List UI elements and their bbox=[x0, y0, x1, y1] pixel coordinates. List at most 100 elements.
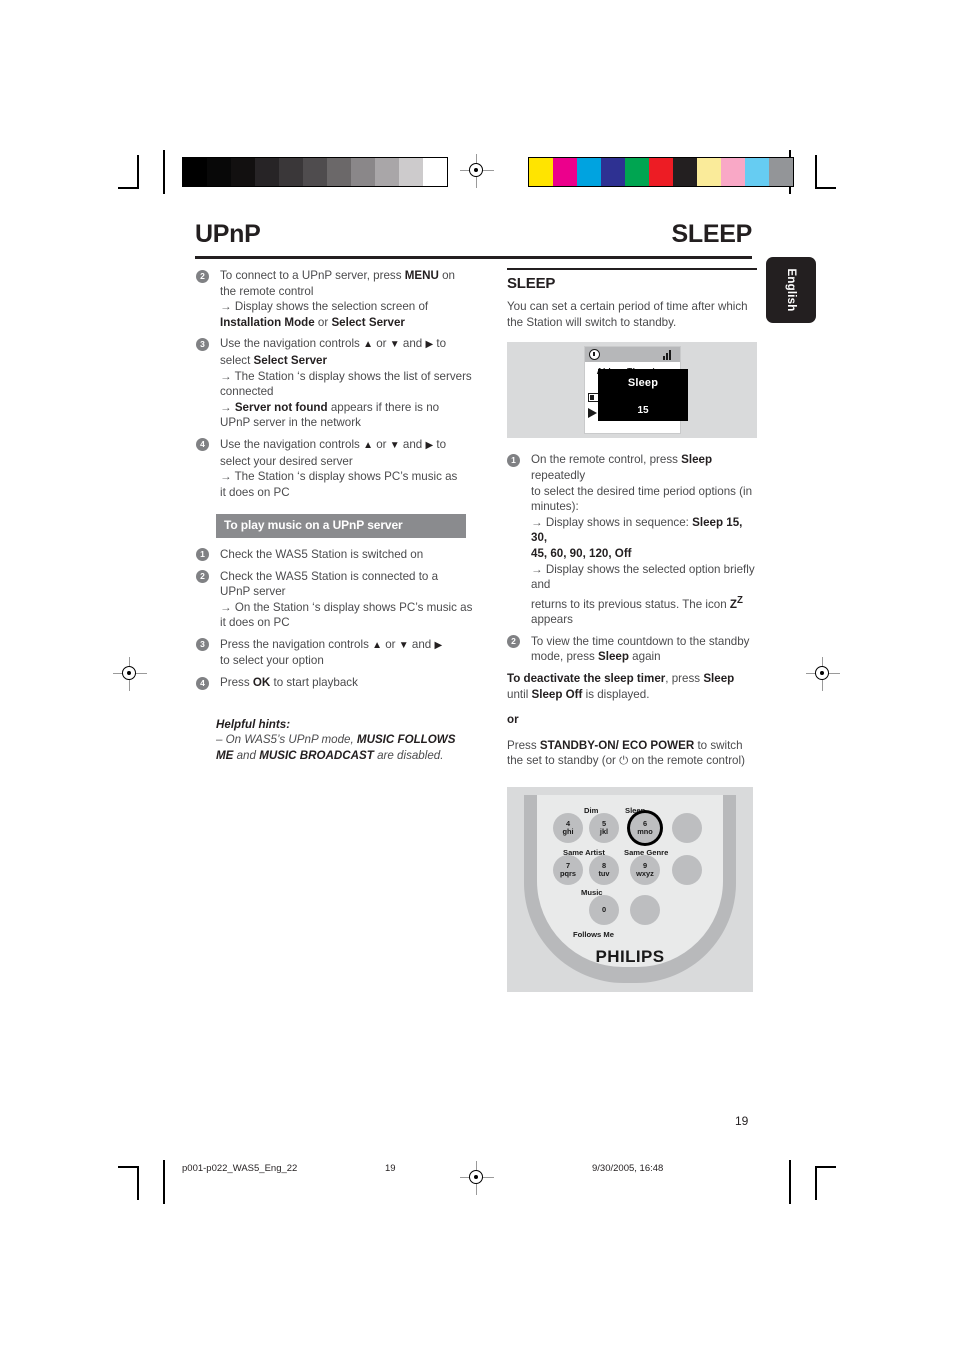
lcd-overlay-title: Sleep bbox=[627, 377, 659, 390]
remote-key-follows-me[interactable] bbox=[630, 894, 660, 925]
print-bar-swatch bbox=[279, 158, 303, 186]
print-bar-swatch bbox=[721, 158, 745, 186]
crop-mark-bottom-left-v bbox=[137, 1166, 139, 1200]
upnp-step-text: Use the navigation controls ▲ or ▼ and ▶… bbox=[220, 437, 458, 499]
print-bar-swatch bbox=[649, 158, 673, 186]
remote-key-8-letters: tuv bbox=[598, 868, 610, 878]
crop-mark-bottom-right-v bbox=[815, 1166, 817, 1200]
play-step-text: Check the WAS5 Station is switched on bbox=[220, 547, 424, 561]
print-bar-swatch bbox=[375, 158, 399, 186]
play-step-number: 2 bbox=[196, 570, 209, 583]
print-bar-swatch bbox=[697, 158, 721, 186]
print-bar-swatch bbox=[399, 158, 423, 186]
sleep-step-number: 2 bbox=[507, 635, 520, 649]
print-bar-swatch bbox=[423, 158, 447, 186]
sleep-step-text: On the remote control, press Sleep repea… bbox=[531, 453, 755, 627]
play-step-item: 3 Press the navigation controls ▲ or ▼ an… bbox=[196, 637, 476, 669]
sleep-step-number: 1 bbox=[507, 453, 520, 467]
page-header: UPnP SLEEP bbox=[195, 222, 752, 247]
remote-key-7[interactable]: 7 pqrs bbox=[553, 854, 583, 885]
upnp-step-text: To connect to a UPnP server, press MENU … bbox=[220, 269, 456, 329]
page-number: 19 bbox=[735, 1114, 749, 1128]
remote-keypad-panel: Dim Sleep Same Artist Same Genre Music F… bbox=[537, 794, 723, 967]
play-step-text: Press OK to start playback bbox=[220, 676, 358, 690]
upnp-steps-list: 2 To connect to a UPnP server, press MENU… bbox=[196, 268, 476, 500]
remote-key-0[interactable]: 0 bbox=[589, 894, 619, 925]
sleep-steps-list: 1 On the remote control, press Sleep repe… bbox=[507, 452, 757, 665]
clock-icon bbox=[589, 349, 600, 361]
remote-key-4-letters: ghi bbox=[562, 826, 574, 836]
grayscale-bar-strip bbox=[182, 157, 448, 187]
remote-key-6-sleep[interactable]: 6 mno bbox=[630, 812, 660, 843]
print-bar-swatch bbox=[769, 158, 793, 186]
crop-mark-bottom-right-bar bbox=[789, 1160, 791, 1204]
crop-mark-top-left-h bbox=[118, 187, 139, 189]
section-band-play-music: To play music on a UPnP server bbox=[216, 514, 466, 538]
print-bar-swatch bbox=[577, 158, 601, 186]
print-bar-swatch bbox=[553, 158, 577, 186]
lcd-status-bar bbox=[585, 347, 680, 364]
sleep-step-text: To view the time countdown to the standb… bbox=[531, 634, 750, 664]
crop-mark-bottom-left-bar bbox=[163, 1160, 165, 1204]
remote-key-4[interactable]: 4 ghi bbox=[553, 812, 583, 843]
print-bar-swatch bbox=[673, 158, 697, 186]
registration-target-left bbox=[113, 657, 147, 691]
crop-mark-bottom-right-h bbox=[815, 1166, 836, 1168]
upnp-step-item: 3 Use the navigation controls ▲ or ▼ and … bbox=[196, 336, 476, 431]
registration-target-top bbox=[460, 154, 494, 188]
helpful-hints: Helpful hints: – On WAS5’s UPnP mode, MU… bbox=[216, 717, 476, 764]
crop-mark-top-left-v bbox=[137, 155, 139, 189]
remote-key-5-letters: jkl bbox=[599, 826, 609, 836]
remote-key-9-letters: wxyz bbox=[636, 868, 654, 878]
sleep-note: Press STANDBY-ON/ ECO POWER to switch th… bbox=[507, 738, 745, 768]
philips-logo: PHILIPS bbox=[595, 947, 665, 967]
play-step-text: Check the WAS5 Station is connected to a… bbox=[220, 569, 473, 630]
registration-target-right bbox=[806, 657, 840, 691]
helpful-hints-title: Helpful hints: bbox=[216, 717, 291, 731]
print-bar-swatch bbox=[255, 158, 279, 186]
left-column: 2 To connect to a UPnP server, press MENU… bbox=[196, 268, 476, 763]
play-step-number: 1 bbox=[196, 548, 209, 562]
page-title-left: UPnP bbox=[195, 220, 261, 248]
sleep-lead-text: You can set a certain period of time aft… bbox=[507, 300, 748, 329]
lcd-display-figure: Abba - The win... Sleep 15 bbox=[507, 342, 757, 439]
play-step-item: 2 Check the WAS5 Station is connected to … bbox=[196, 569, 476, 631]
footer-file-name: p001-p022_WAS5_Eng_22 bbox=[182, 1163, 298, 1174]
right-column: SLEEP You can set a certain period of ti… bbox=[507, 268, 757, 992]
upnp-step-item: 4 Use the navigation controls ▲ or ▼ and … bbox=[196, 437, 476, 500]
language-tab-label: English bbox=[785, 268, 797, 312]
remote-key-8[interactable]: 8 tuv bbox=[589, 854, 619, 885]
print-bar-swatch bbox=[745, 158, 769, 186]
registration-target-bottom bbox=[460, 1161, 494, 1195]
helpful-hints-body: – On WAS5’s UPnP mode, MUSIC FOLLOWS ME … bbox=[216, 733, 456, 762]
sleep-section-title: SLEEP bbox=[507, 274, 556, 292]
upnp-step-number: 4 bbox=[196, 438, 209, 452]
sleep-notes: To deactivate the sleep timer, press Sle… bbox=[507, 671, 757, 769]
crop-mark-top-right-v bbox=[815, 155, 817, 189]
play-step-text: Press the navigation controls ▲ or ▼ and… bbox=[220, 637, 443, 668]
color-bar-strip bbox=[528, 157, 794, 187]
play-icon bbox=[588, 408, 597, 419]
print-bar-swatch bbox=[529, 158, 553, 186]
remote-key-0-digit: 0 bbox=[601, 904, 607, 914]
sleep-step-item: 2 To view the time countdown to the stand… bbox=[507, 634, 757, 665]
remote-key-right-top[interactable] bbox=[672, 812, 702, 843]
lcd-overlay-value: 15 bbox=[637, 404, 649, 416]
sleep-note: To deactivate the sleep timer, press Sle… bbox=[507, 671, 735, 701]
upnp-step-number: 2 bbox=[196, 269, 209, 283]
remote-key-9[interactable]: 9 wxyz bbox=[630, 854, 660, 885]
crop-mark-top-left-bar bbox=[163, 150, 165, 194]
upnp-step-item: 2 To connect to a UPnP server, press MENU… bbox=[196, 268, 476, 330]
remote-key-5[interactable]: 5 jkl bbox=[589, 812, 619, 843]
remote-body: Dim Sleep Same Artist Same Genre Music F… bbox=[524, 794, 736, 983]
upnp-step-text: Use the navigation controls ▲ or ▼ and ▶… bbox=[220, 337, 472, 430]
crop-mark-top-right-h bbox=[815, 187, 836, 189]
print-bar-swatch bbox=[601, 158, 625, 186]
footer-page-index: 19 bbox=[385, 1163, 396, 1174]
remote-key-right-mid[interactable] bbox=[672, 854, 702, 885]
play-step-item: 1 Check the WAS5 Station is switched on bbox=[196, 547, 476, 563]
print-bar-swatch bbox=[625, 158, 649, 186]
print-bar-swatch bbox=[183, 158, 207, 186]
sleep-step-item: 1 On the remote control, press Sleep repe… bbox=[507, 452, 757, 627]
remote-label-follows-me: Follows Me bbox=[573, 929, 614, 939]
